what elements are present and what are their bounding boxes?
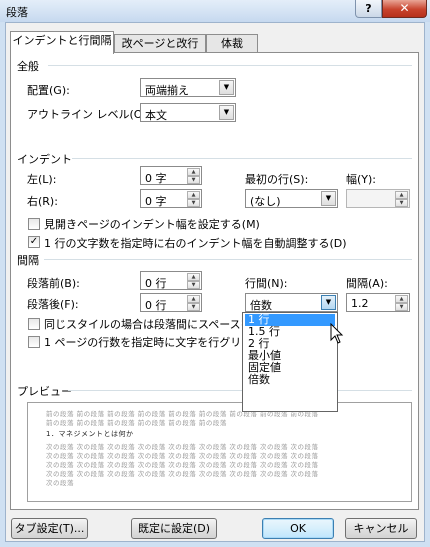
indent-left-spinner[interactable]: 0 字 ▲ ▼	[140, 166, 202, 185]
auto-adjust-checkbox[interactable]: ✓	[28, 236, 40, 248]
spin-up-icon[interactable]: ▲	[187, 295, 200, 303]
spin-down-icon[interactable]: ▼	[187, 303, 200, 311]
spacing-at-label: 間隔(A):	[346, 277, 388, 290]
space-after-label: 段落後(F):	[27, 298, 79, 311]
preview-pane: 前の段落 前の段落 前の段落 前の段落 前の段落 前の段落 前の段落 前の段落 …	[27, 402, 412, 502]
auto-adjust-label: 1 行の文字数を指定時に右のインデント幅を自動調整する(D)	[44, 237, 347, 250]
preview-previous-paragraph: 前の段落 前の段落 前の段落 前の段落 前の段落 前の段落	[46, 419, 227, 427]
indent-left-value: 0 字	[145, 172, 167, 185]
spacing-at-value: 1.2	[351, 297, 369, 310]
tab-asian-typography[interactable]: 体裁	[206, 34, 258, 54]
line-spacing-value: 倍数	[250, 299, 272, 312]
spin-up-icon[interactable]: ▲	[395, 295, 408, 303]
section-indent: インデント	[17, 153, 72, 166]
indent-width-spinner[interactable]: ▲ ▼	[346, 189, 410, 208]
alignment-select[interactable]: 両端揃え ▼	[140, 78, 236, 97]
close-button[interactable]: ✕	[382, 0, 427, 18]
line-spacing-option[interactable]: 倍数	[245, 374, 335, 386]
preview-next-paragraph: 次の段落	[46, 479, 74, 487]
indent-width-label: 幅(Y):	[346, 173, 377, 186]
alignment-label: 配置(G):	[27, 84, 70, 97]
cancel-button[interactable]: キャンセル	[345, 518, 417, 539]
spin-down-icon[interactable]: ▼	[187, 281, 200, 289]
tab-indent-spacing[interactable]: インデントと行間隔	[10, 31, 114, 54]
snap-grid-checkbox[interactable]	[28, 336, 40, 348]
section-divider	[44, 259, 412, 260]
first-line-select[interactable]: (なし) ▼	[245, 189, 338, 208]
help-button[interactable]: ?	[355, 0, 382, 18]
spin-down-icon[interactable]: ▼	[187, 176, 200, 184]
tab-line-page-breaks[interactable]: 改ページと改行	[114, 34, 206, 54]
indent-left-label: 左(L):	[27, 173, 57, 186]
preview-next-paragraph: 次の段落 次の段落 次の段落 次の段落 次の段落 次の段落 次の段落 次の段落 …	[46, 470, 319, 478]
spin-up-icon[interactable]: ▲	[187, 273, 200, 281]
indent-right-label: 右(R):	[27, 195, 58, 208]
section-general: 全般	[17, 60, 39, 73]
space-after-value: 0 行	[145, 299, 167, 312]
mirror-indents-checkbox[interactable]	[28, 218, 40, 230]
preview-current-paragraph: 1．マネジメントとは何か	[46, 430, 134, 438]
alignment-value: 両端揃え	[145, 84, 189, 97]
indent-right-value: 0 字	[145, 195, 167, 208]
line-spacing-label: 行間(N):	[245, 277, 288, 290]
indent-right-spinner[interactable]: 0 字 ▲ ▼	[140, 189, 202, 208]
set-default-button[interactable]: 既定に設定(D)	[131, 518, 217, 539]
outline-level-select[interactable]: 本文 ▼	[140, 103, 236, 122]
chevron-down-icon[interactable]: ▼	[321, 295, 336, 310]
snap-grid-label: 1 ページの行数を指定時に文字を行グリッド	[44, 336, 264, 349]
space-after-spinner[interactable]: 0 行 ▲ ▼	[140, 293, 202, 312]
mouse-pointer-icon	[330, 323, 344, 344]
line-spacing-dropdown[interactable]: 1 行 1.5 行 2 行 最小値 固定値 倍数	[242, 312, 338, 412]
spin-down-icon[interactable]: ▼	[395, 199, 408, 207]
outline-level-label: アウトライン レベル(O):	[27, 108, 151, 121]
first-line-value: (なし)	[250, 195, 281, 208]
chevron-down-icon[interactable]: ▼	[321, 191, 336, 206]
spin-up-icon[interactable]: ▲	[395, 191, 408, 199]
first-line-label: 最初の行(S):	[245, 173, 309, 186]
ok-button[interactable]: OK	[262, 518, 334, 539]
spacing-at-spinner[interactable]: 1.2 ▲ ▼	[346, 293, 410, 312]
space-before-label: 段落前(B):	[27, 277, 80, 290]
tabs-button[interactable]: タブ設定(T)...	[11, 518, 88, 539]
check-icon: ✓	[29, 236, 39, 247]
section-spacing: 間隔	[17, 254, 39, 267]
mirror-indents-label: 見開きページのインデント幅を設定する(M)	[44, 218, 260, 231]
spin-down-icon[interactable]: ▼	[395, 303, 408, 311]
space-before-value: 0 行	[145, 277, 167, 290]
spin-up-icon[interactable]: ▲	[187, 191, 200, 199]
space-before-spinner[interactable]: 0 行 ▲ ▼	[140, 271, 202, 290]
section-divider	[48, 65, 412, 66]
section-preview: プレビュー	[17, 385, 72, 398]
same-style-checkbox[interactable]	[28, 318, 40, 330]
section-divider	[68, 390, 412, 391]
line-spacing-select[interactable]: 倍数 ▼	[245, 293, 338, 312]
chevron-down-icon[interactable]: ▼	[219, 105, 234, 120]
spin-up-icon[interactable]: ▲	[187, 168, 200, 176]
window-title: 段落	[6, 6, 28, 19]
outline-level-value: 本文	[145, 109, 167, 122]
section-divider	[72, 158, 412, 159]
chevron-down-icon[interactable]: ▼	[219, 80, 234, 95]
same-style-label: 同じスタイルの場合は段落間にスペースを追	[44, 318, 263, 331]
spin-down-icon[interactable]: ▼	[187, 199, 200, 207]
